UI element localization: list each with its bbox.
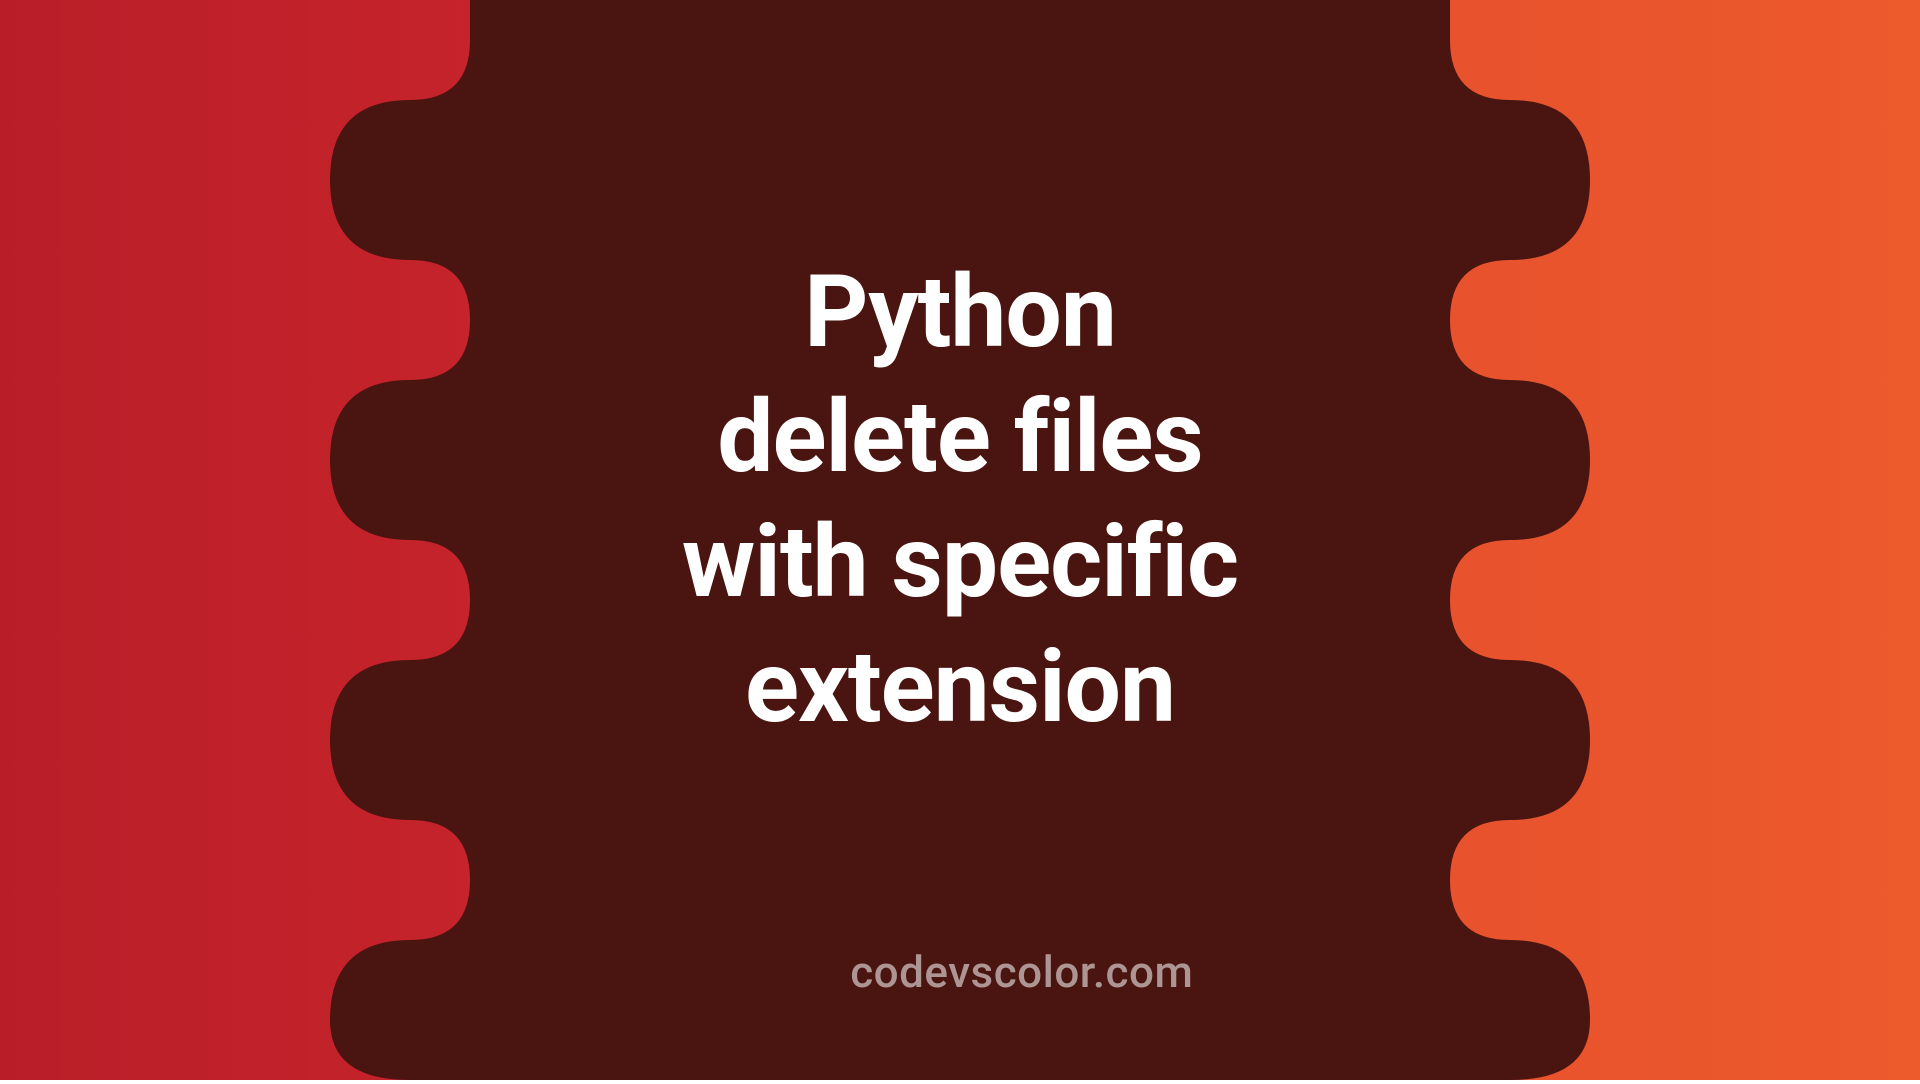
title-text: Python delete files with specific extens… — [510, 250, 1410, 750]
watermark-text: codevscolor.com — [850, 946, 1193, 998]
title-line-1: Python — [804, 254, 1116, 371]
title-line-4: extension — [745, 629, 1175, 746]
title-line-2: delete files — [717, 379, 1203, 496]
title-line-3: with specific — [682, 504, 1238, 621]
title-block: Python delete files with specific extens… — [510, 250, 1410, 750]
banner-container: Python delete files with specific extens… — [0, 0, 1920, 1080]
